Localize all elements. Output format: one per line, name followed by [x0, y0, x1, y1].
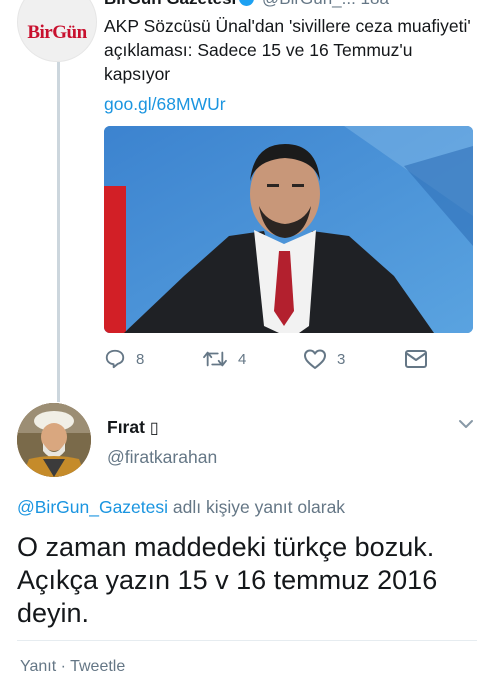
reply-avatar-portrait — [17, 403, 91, 477]
mention-link[interactable]: @BirGun_Gazetesi — [17, 497, 168, 517]
reply-context: @BirGun_Gazetesi adlı kişiye yanıt olara… — [17, 497, 345, 518]
tweet-media-photo[interactable] — [104, 126, 473, 333]
thread-line — [57, 62, 60, 402]
dm-button[interactable] — [404, 348, 438, 370]
retweet-button[interactable]: 4 — [202, 348, 246, 370]
verified-icon — [239, 0, 255, 6]
like-count: 3 — [337, 350, 346, 368]
divider — [17, 640, 477, 641]
reply-name-text: Fırat — [107, 417, 145, 437]
birgun-avatar[interactable]: BirGün — [17, 0, 97, 62]
tweet-time[interactable]: 18a — [361, 0, 389, 8]
reply-text: O zaman maddedeki türkçe bozuk. Açıkça y… — [17, 532, 438, 628]
reply-icon — [105, 349, 125, 369]
tweet-actions: 8 4 3 — [104, 348, 474, 374]
reply-count: 8 — [136, 350, 145, 368]
chevron-down-icon — [459, 420, 473, 428]
dm-icon — [405, 350, 427, 368]
tweet-header: BirGün Gazetesi @BirGun_... 18a — [104, 0, 389, 9]
birgun-logo: BirGün — [27, 22, 87, 43]
user-handle[interactable]: @BirGun_... — [262, 0, 356, 8]
reply-display-name[interactable]: Fırat ▯ — [107, 417, 159, 438]
retweet-icon — [203, 351, 227, 367]
like-button[interactable]: 3 — [303, 348, 345, 370]
tweet-footer: Yanıt · Tweetle — [20, 658, 126, 675]
reply-context-text: adlı kişiye yanıt olarak — [168, 497, 346, 517]
reply-user-handle[interactable]: @firatkarahan — [107, 447, 217, 468]
emoji-placeholder-icon: ▯ — [149, 420, 159, 437]
tweet-link[interactable]: goo.gl/68MWUr — [104, 94, 226, 115]
display-name[interactable]: BirGün Gazetesi — [104, 0, 236, 8]
avatar[interactable] — [17, 403, 91, 477]
tweet-text: AKP Sözcüsü Ünal'dan 'sivillere ceza mua… — [104, 16, 471, 84]
tweet-menu-button[interactable] — [458, 417, 474, 435]
like-icon — [304, 349, 326, 369]
reply-button[interactable]: 8 — [104, 348, 144, 370]
press-conference-photo — [104, 126, 473, 333]
retweet-count: 4 — [238, 350, 247, 368]
